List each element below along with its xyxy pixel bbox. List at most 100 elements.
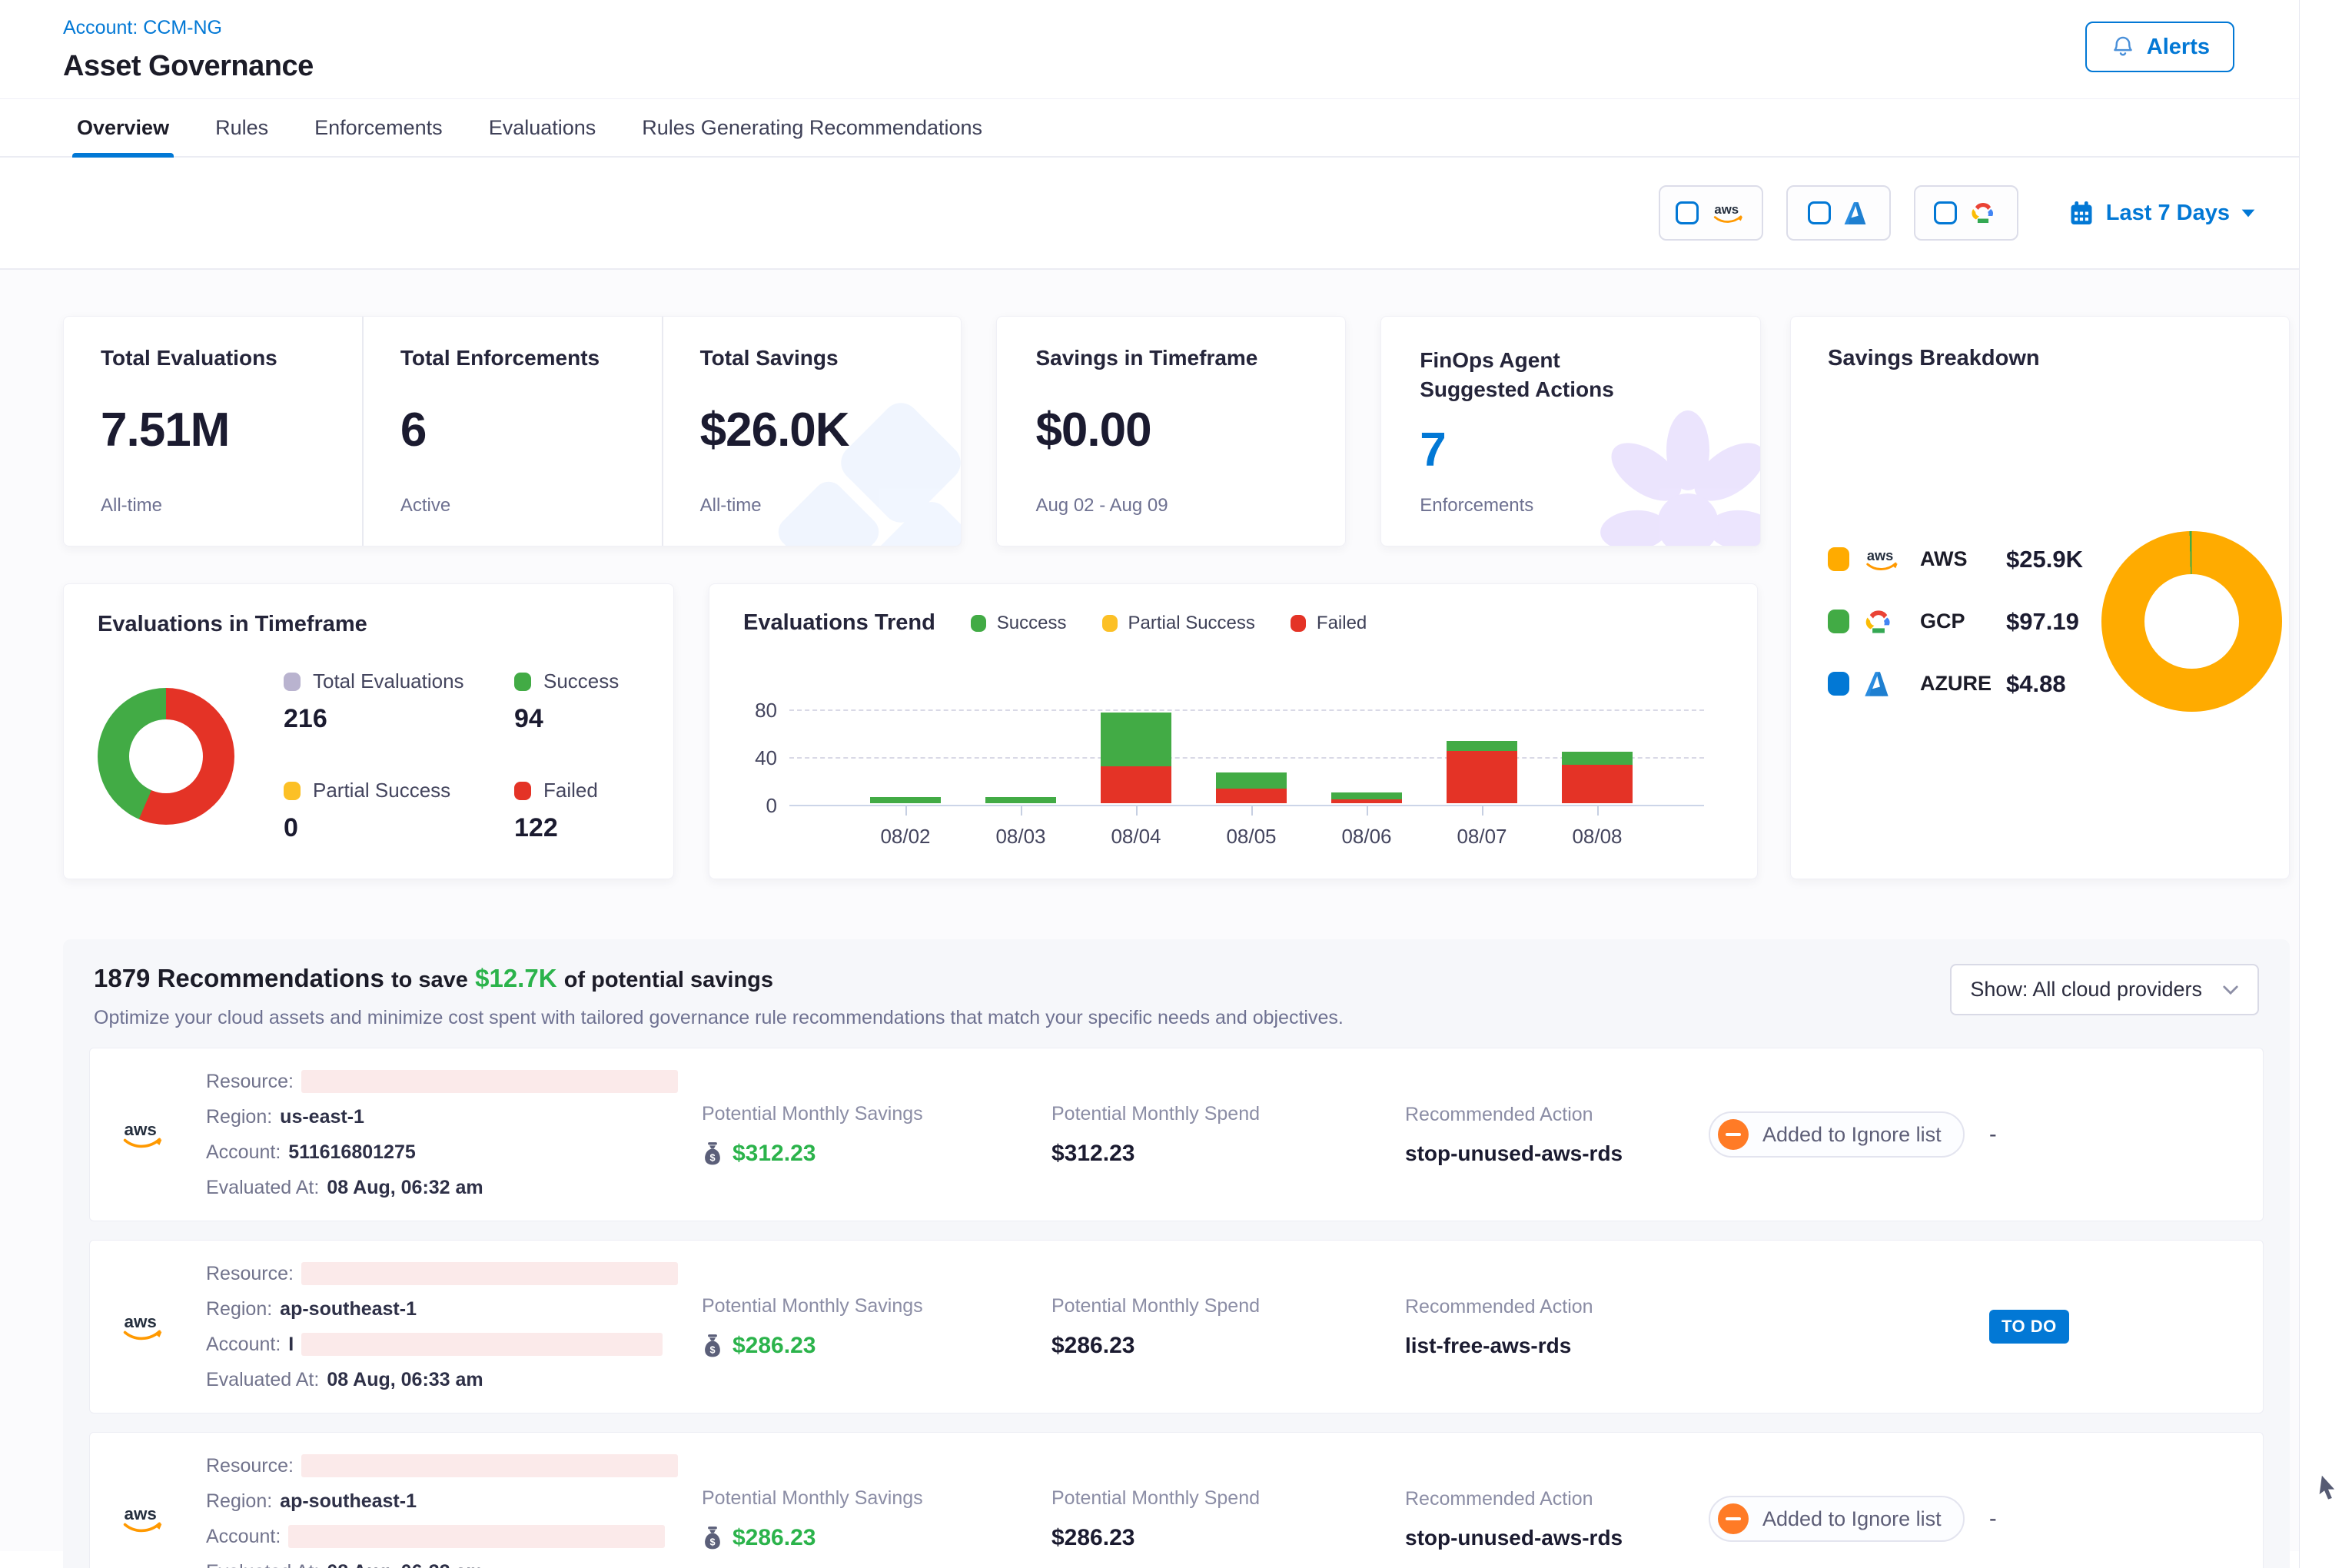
redacted-account — [301, 1333, 663, 1356]
potential-monthly-savings: Potential Monthly Savings $ $286.23 — [702, 1487, 1051, 1551]
tab-enforcements[interactable]: Enforcements — [314, 99, 443, 156]
chevron-down-icon — [2222, 985, 2239, 995]
potential-monthly-spend: Potential Monthly Spend $312.23 — [1051, 1103, 1405, 1167]
x-axis-tick: 08/08 — [1562, 825, 1633, 849]
evaluations-trend-chart: 80 40 0 08/02 08/03 08/04 08/05 08/06 08… — [789, 709, 1704, 849]
asset-governance-page: Account: CCM-NG Asset Governance Alerts … — [0, 0, 2300, 1568]
x-axis-tick: 08/07 — [1447, 825, 1517, 849]
aws-logo-icon: aws — [1709, 200, 1746, 226]
minus-circle-icon — [1718, 1503, 1749, 1534]
trend-bar-08/02 — [870, 797, 941, 803]
added-to-ignore-list-badge[interactable]: Added to Ignore list — [1709, 1111, 1965, 1158]
provider-filter-aws[interactable]: aws — [1659, 185, 1763, 241]
bar-segment-failed — [1216, 789, 1287, 803]
account-breadcrumb-link[interactable]: Account: CCM-NG — [63, 17, 222, 39]
trend-bars — [870, 713, 1633, 803]
evaluations-in-timeframe-title: Evaluations in Timeframe — [98, 612, 639, 637]
date-range-picker[interactable]: Last 7 Days — [2068, 199, 2256, 227]
potential-monthly-savings: Potential Monthly Savings $ $312.23 — [702, 1103, 1051, 1167]
svg-text:$: $ — [709, 1152, 715, 1163]
savings-breakdown-card: Savings Breakdown aws AWS $25.9K — [1790, 316, 2290, 879]
gcp-logo-icon — [1862, 607, 1908, 636]
added-to-ignore-list-badge[interactable]: Added to Ignore list — [1709, 1496, 1965, 1542]
trend-bar-08/07 — [1447, 741, 1517, 803]
todo-status-badge[interactable]: TO DO — [1989, 1310, 2069, 1344]
tab-overview[interactable]: Overview — [77, 99, 169, 156]
minus-circle-icon — [1718, 1119, 1749, 1150]
money-bag-icon: $ — [702, 1334, 723, 1358]
tab-rules-generating-recommendations[interactable]: Rules Generating Recommendations — [642, 99, 982, 156]
finops-agent-card: FinOps Agent Suggested Actions 7 Enforce… — [1380, 316, 1761, 546]
trend-bar-08/06 — [1331, 792, 1402, 803]
bar-segment-success — [1216, 772, 1287, 789]
svg-text:aws: aws — [1714, 202, 1739, 217]
redacted-resource — [301, 1262, 678, 1285]
bar-segment-failed — [1101, 766, 1171, 803]
provider-filter-azure[interactable] — [1786, 185, 1891, 241]
potential-monthly-spend: Potential Monthly Spend $286.23 — [1051, 1487, 1405, 1551]
failed-dot — [514, 782, 531, 800]
bar-segment-success — [985, 797, 1056, 803]
partial-success-dot — [284, 782, 301, 800]
mouse-cursor — [2318, 1474, 2338, 1502]
potential-savings-amount: $12.7K — [475, 964, 556, 992]
gcp-checkbox[interactable] — [1934, 201, 1957, 224]
savings-in-timeframe-value: $0.00 — [1035, 403, 1307, 457]
azure-logo-icon — [1862, 670, 1908, 698]
svg-text:aws: aws — [125, 1312, 157, 1331]
svg-text:$: $ — [709, 1536, 715, 1547]
bar-segment-success — [1101, 713, 1171, 766]
x-axis-tick: 08/02 — [870, 825, 941, 849]
stat-total-savings: Total Savings $26.0K All-time — [662, 317, 962, 546]
recommendation-row[interactable]: aws Resource: Region:ap-southeast-1 Acco… — [89, 1240, 2264, 1414]
money-bag-icon: $ — [702, 1141, 723, 1166]
aws-swatch — [1828, 547, 1849, 571]
bar-segment-failed — [1447, 751, 1517, 803]
stat-total-evaluations: Total Evaluations 7.51M All-time — [64, 317, 362, 546]
bar-segment-success — [1331, 792, 1402, 799]
recommendation-row[interactable]: aws Resource: Region:us-east-1 Account:5… — [89, 1048, 2264, 1221]
x-axis-labels: 08/02 08/03 08/04 08/05 08/06 08/07 08/0… — [870, 825, 1704, 849]
partial-success-dot — [1102, 615, 1118, 632]
legend-failed: Failed 122 — [514, 779, 674, 843]
trend-bar-08/04 — [1101, 713, 1171, 803]
trend-bar-08/05 — [1216, 772, 1287, 803]
aws-logo-icon: aws — [118, 1117, 206, 1152]
bar-segment-success — [1447, 741, 1517, 750]
bell-icon — [2110, 34, 2136, 60]
recommendations-subtitle: Optimize your cloud assets and minimize … — [94, 1007, 1344, 1029]
svg-text:$: $ — [709, 1344, 715, 1355]
evaluations-legend: Total Evaluations 216 Success 94 Partial… — [284, 669, 674, 843]
legend-partial-success: Partial Success 0 — [284, 779, 514, 843]
money-bag-icon: $ — [702, 1526, 723, 1550]
trend-legend-success: Success — [971, 613, 1067, 634]
overview-content: Total Evaluations 7.51M All-time Total E… — [0, 270, 2299, 1551]
stat-finops-agent-actions: FinOps Agent Suggested Actions 7 Enforce… — [1381, 317, 1760, 546]
recommendation-row[interactable]: aws Resource: Region:ap-southeast-1 Acco… — [89, 1432, 2264, 1568]
trend-bar-08/08 — [1562, 752, 1633, 803]
page-title: Asset Governance — [63, 50, 314, 83]
calendar-icon — [2068, 199, 2095, 227]
redacted-resource — [301, 1070, 678, 1093]
aws-checkbox[interactable] — [1676, 201, 1699, 224]
legend-azure: AZURE $4.88 — [1828, 670, 2083, 698]
alerts-button[interactable]: Alerts — [2085, 22, 2234, 72]
azure-logo-icon — [1842, 201, 1869, 226]
tab-rules[interactable]: Rules — [215, 99, 268, 156]
legend-gcp: GCP $97.19 — [1828, 607, 2083, 636]
x-axis-tick: 08/06 — [1331, 825, 1402, 849]
bar-segment-failed — [1562, 765, 1633, 803]
azure-checkbox[interactable] — [1808, 201, 1831, 224]
svg-text:aws: aws — [125, 1120, 157, 1139]
legend-total-evaluations: Total Evaluations 216 — [284, 669, 514, 734]
cloud-provider-filter-dropdown[interactable]: Show: All cloud providers — [1950, 964, 2259, 1015]
provider-filter-gcp[interactable] — [1914, 185, 2018, 241]
recommended-action: Recommended Action list-free-aws-rds — [1405, 1296, 1709, 1358]
svg-text:aws: aws — [1867, 547, 1893, 563]
status-dash: - — [1989, 1122, 2235, 1148]
aws-logo-icon: aws — [118, 1501, 206, 1536]
legend-success: Success 94 — [514, 669, 674, 734]
status-dash: - — [1989, 1507, 2235, 1532]
total-savings-value: $26.0K — [700, 403, 925, 457]
tab-evaluations[interactable]: Evaluations — [489, 99, 596, 156]
